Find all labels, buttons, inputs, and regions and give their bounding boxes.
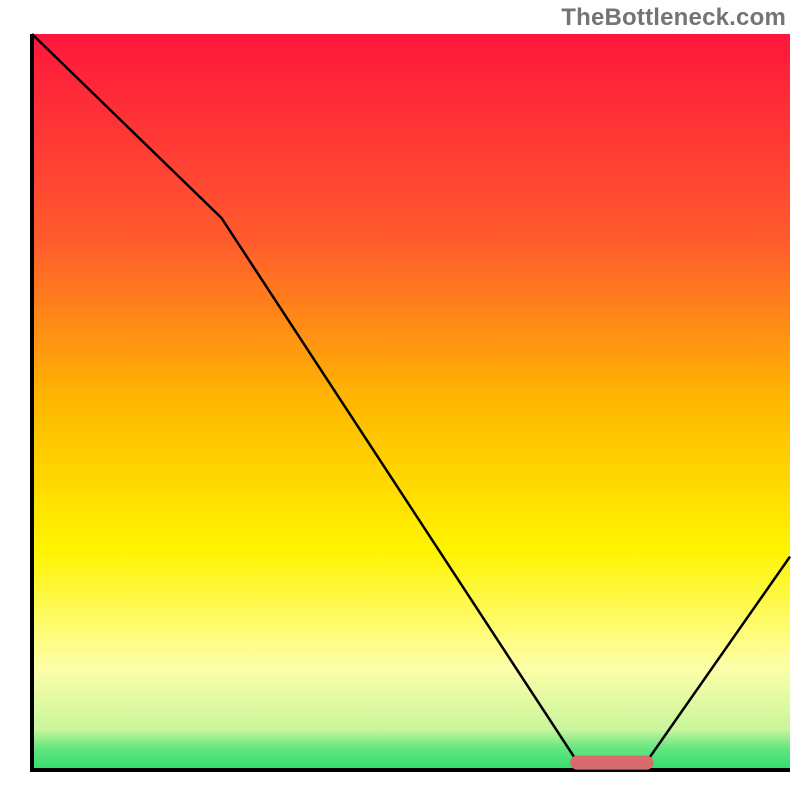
- watermark-text: TheBottleneck.com: [561, 4, 786, 32]
- target-marker: [570, 756, 653, 770]
- bottleneck-chart: [0, 0, 800, 800]
